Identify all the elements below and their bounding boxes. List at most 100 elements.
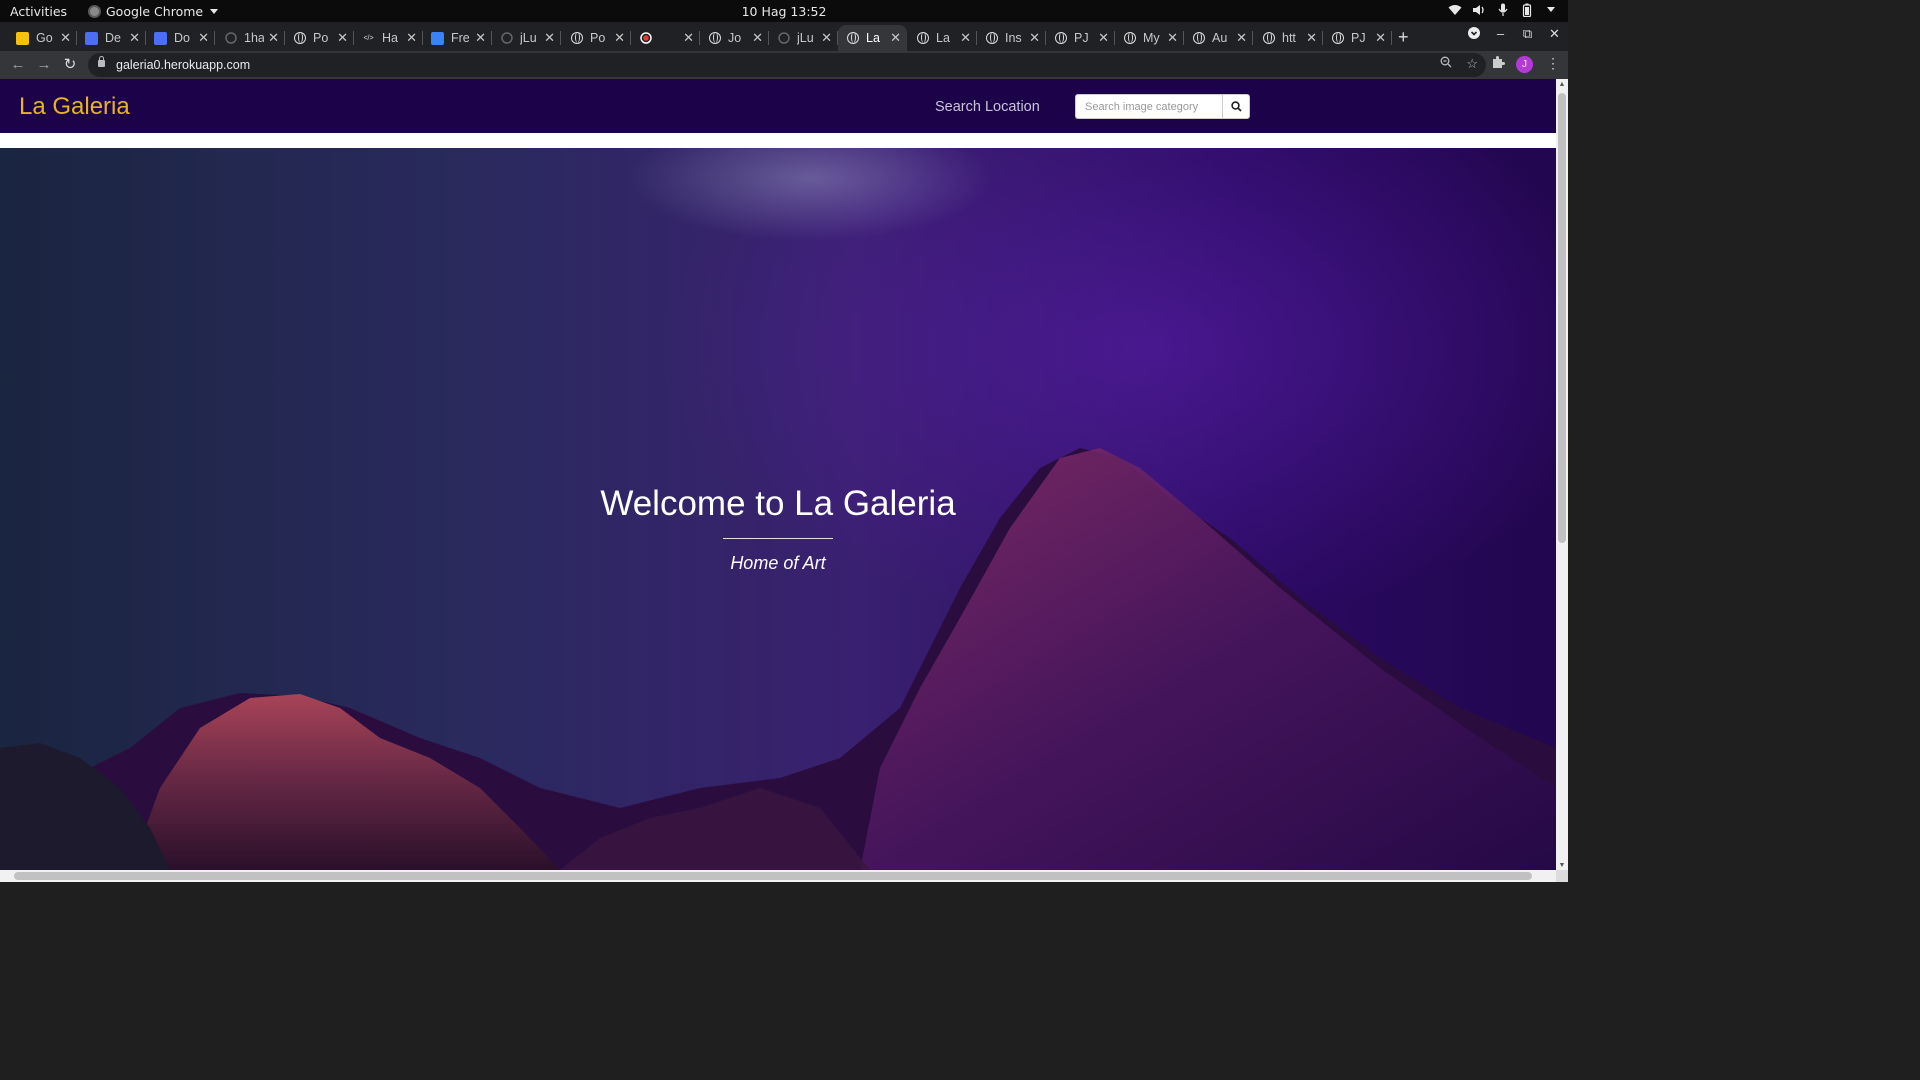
system-menu-chevron-icon bbox=[1544, 3, 1558, 17]
close-window-icon[interactable]: ✕ bbox=[1541, 26, 1568, 43]
web-page: La Galeria Search Location Search image … bbox=[0, 79, 1556, 870]
browser-tab[interactable]: Do ✕ bbox=[146, 25, 215, 51]
url-text[interactable]: galeria0.herokuapp.com bbox=[116, 58, 250, 72]
forward-arrow-icon[interactable]: → bbox=[34, 55, 54, 75]
new-tab-button[interactable]: + bbox=[1398, 28, 1409, 46]
browser-tab[interactable]: Au ✕ bbox=[1184, 25, 1253, 51]
vertical-scroll-thumb[interactable] bbox=[1558, 93, 1566, 543]
browser-tab[interactable]: Po ✕ bbox=[285, 25, 354, 51]
globe-icon bbox=[570, 32, 583, 45]
browser-tab[interactable]: Go ✕ bbox=[8, 25, 77, 51]
close-tab-icon[interactable]: ✕ bbox=[752, 30, 763, 46]
tab-title: Do bbox=[174, 31, 190, 45]
system-tray[interactable] bbox=[1448, 3, 1558, 17]
close-tab-icon[interactable]: ✕ bbox=[1029, 30, 1040, 46]
close-tab-icon[interactable]: ✕ bbox=[614, 30, 625, 46]
close-tab-icon[interactable]: ✕ bbox=[1236, 30, 1247, 46]
hero-subtitle: Home of Art bbox=[730, 553, 826, 573]
browser-tab[interactable]: </> Ha ✕ bbox=[354, 25, 423, 51]
tab-title: jLu bbox=[797, 31, 814, 45]
close-tab-icon[interactable]: ✕ bbox=[890, 30, 901, 46]
extensions-icon[interactable] bbox=[1491, 55, 1505, 72]
browser-tab[interactable]: La ✕ bbox=[838, 25, 907, 51]
kebab-menu-icon[interactable]: ⋮ bbox=[1546, 55, 1560, 72]
tab-title: La bbox=[866, 31, 880, 45]
hero-section: Welcome to La Galeria Home of Art bbox=[0, 148, 1556, 870]
search-icon bbox=[1230, 101, 1242, 112]
close-tab-icon[interactable]: ✕ bbox=[1098, 30, 1109, 46]
close-tab-icon[interactable]: ✕ bbox=[406, 30, 417, 46]
tab-separator bbox=[560, 31, 561, 45]
browser-tab[interactable]: Fre ✕ bbox=[423, 25, 492, 51]
bookmark-star-icon[interactable]: ☆ bbox=[1466, 56, 1478, 72]
hero-title: Welcome to La Galeria bbox=[600, 484, 956, 523]
browser-tab[interactable]: Jo ✕ bbox=[700, 25, 769, 51]
back-arrow-icon[interactable]: ← bbox=[8, 55, 28, 75]
browser-tab[interactable]: ✕ bbox=[631, 25, 700, 51]
tab-search-icon[interactable] bbox=[1460, 26, 1487, 43]
close-tab-icon[interactable]: ✕ bbox=[268, 30, 279, 46]
keep-icon bbox=[16, 31, 29, 45]
browser-tab[interactable]: La ✕ bbox=[908, 25, 977, 51]
zoom-icon[interactable] bbox=[1440, 56, 1452, 72]
browser-tab[interactable]: Ins ✕ bbox=[977, 25, 1046, 51]
tab-title: La bbox=[936, 31, 950, 45]
tab-title: Fre bbox=[451, 31, 470, 45]
minimize-icon[interactable]: – bbox=[1487, 26, 1514, 43]
close-tab-icon[interactable]: ✕ bbox=[475, 30, 486, 46]
tab-title: 1ha bbox=[244, 31, 264, 45]
horizontal-scroll-thumb[interactable] bbox=[14, 872, 1532, 880]
browser-tab[interactable]: 1ha ✕ bbox=[216, 25, 285, 51]
search-location-link[interactable]: Search Location bbox=[935, 99, 1040, 115]
close-tab-icon[interactable]: ✕ bbox=[198, 30, 209, 46]
tab-separator bbox=[214, 31, 215, 45]
globe-icon bbox=[846, 32, 859, 45]
horizontal-scrollbar[interactable] bbox=[0, 870, 1556, 882]
tab-title: htt bbox=[1282, 31, 1296, 45]
address-bar[interactable]: galeria0.herokuapp.com ☆ bbox=[88, 53, 1486, 77]
tab-title: PJ bbox=[1351, 31, 1366, 45]
close-tab-icon[interactable]: ✕ bbox=[1167, 30, 1178, 46]
globe-icon bbox=[1192, 32, 1205, 45]
site-navbar: La Galeria Search Location bbox=[0, 79, 1556, 133]
browser-tab[interactable]: Po ✕ bbox=[562, 25, 631, 51]
restore-icon[interactable]: ⧉ bbox=[1514, 26, 1541, 43]
github-icon bbox=[500, 32, 513, 45]
close-tab-icon[interactable]: ✕ bbox=[960, 30, 971, 46]
search-input[interactable] bbox=[1075, 94, 1222, 119]
tab-strip: Go ✕ De ✕ Do ✕ 1ha ✕ Po ✕ </> Ha ✕ Fre ✕ jLu ✕ Po ✕ ✕ Jo ✕ jLu… bbox=[0, 22, 1568, 51]
vertical-scrollbar[interactable]: ▲ ▼ bbox=[1556, 79, 1568, 870]
reload-icon[interactable]: ↻ bbox=[60, 55, 80, 75]
site-brand[interactable]: La Galeria bbox=[19, 93, 130, 121]
tab-separator bbox=[1252, 31, 1253, 45]
window-controls: – ⧉ ✕ bbox=[1460, 26, 1568, 43]
tab-title: Jo bbox=[728, 31, 742, 45]
close-tab-icon[interactable]: ✕ bbox=[821, 30, 832, 46]
tab-title: Ha bbox=[382, 31, 398, 45]
search-button[interactable] bbox=[1222, 94, 1250, 119]
profile-avatar[interactable]: J bbox=[1516, 56, 1533, 73]
browser-tab[interactable]: PJ ✕ bbox=[1323, 25, 1392, 51]
clock[interactable]: 10 Hag 13:52 bbox=[0, 4, 1568, 19]
globe-icon bbox=[1123, 32, 1136, 45]
close-tab-icon[interactable]: ✕ bbox=[1306, 30, 1317, 46]
tab-separator bbox=[1391, 31, 1392, 45]
tab-title: jLu bbox=[520, 31, 537, 45]
browser-tab[interactable]: jLu ✕ bbox=[769, 25, 838, 51]
browser-tab[interactable]: PJ ✕ bbox=[1046, 25, 1115, 51]
browser-tab[interactable]: De ✕ bbox=[77, 25, 146, 51]
scroll-up-icon[interactable]: ▲ bbox=[1558, 81, 1566, 88]
browser-tab[interactable]: htt ✕ bbox=[1254, 25, 1323, 51]
browser-tab[interactable]: jLu ✕ bbox=[492, 25, 561, 51]
browser-tab[interactable]: My ✕ bbox=[1115, 25, 1184, 51]
browser-toolbar: ← → ↻ galeria0.herokuapp.com ☆ J ⋮ bbox=[0, 51, 1568, 79]
close-tab-icon[interactable]: ✕ bbox=[683, 30, 694, 46]
close-tab-icon[interactable]: ✕ bbox=[337, 30, 348, 46]
search-form bbox=[1075, 94, 1250, 119]
globe-icon bbox=[1054, 32, 1067, 45]
close-tab-icon[interactable]: ✕ bbox=[544, 30, 555, 46]
close-tab-icon[interactable]: ✕ bbox=[129, 30, 140, 46]
scroll-down-icon[interactable]: ▼ bbox=[1558, 862, 1566, 869]
close-tab-icon[interactable]: ✕ bbox=[1375, 30, 1386, 46]
close-tab-icon[interactable]: ✕ bbox=[60, 30, 71, 46]
